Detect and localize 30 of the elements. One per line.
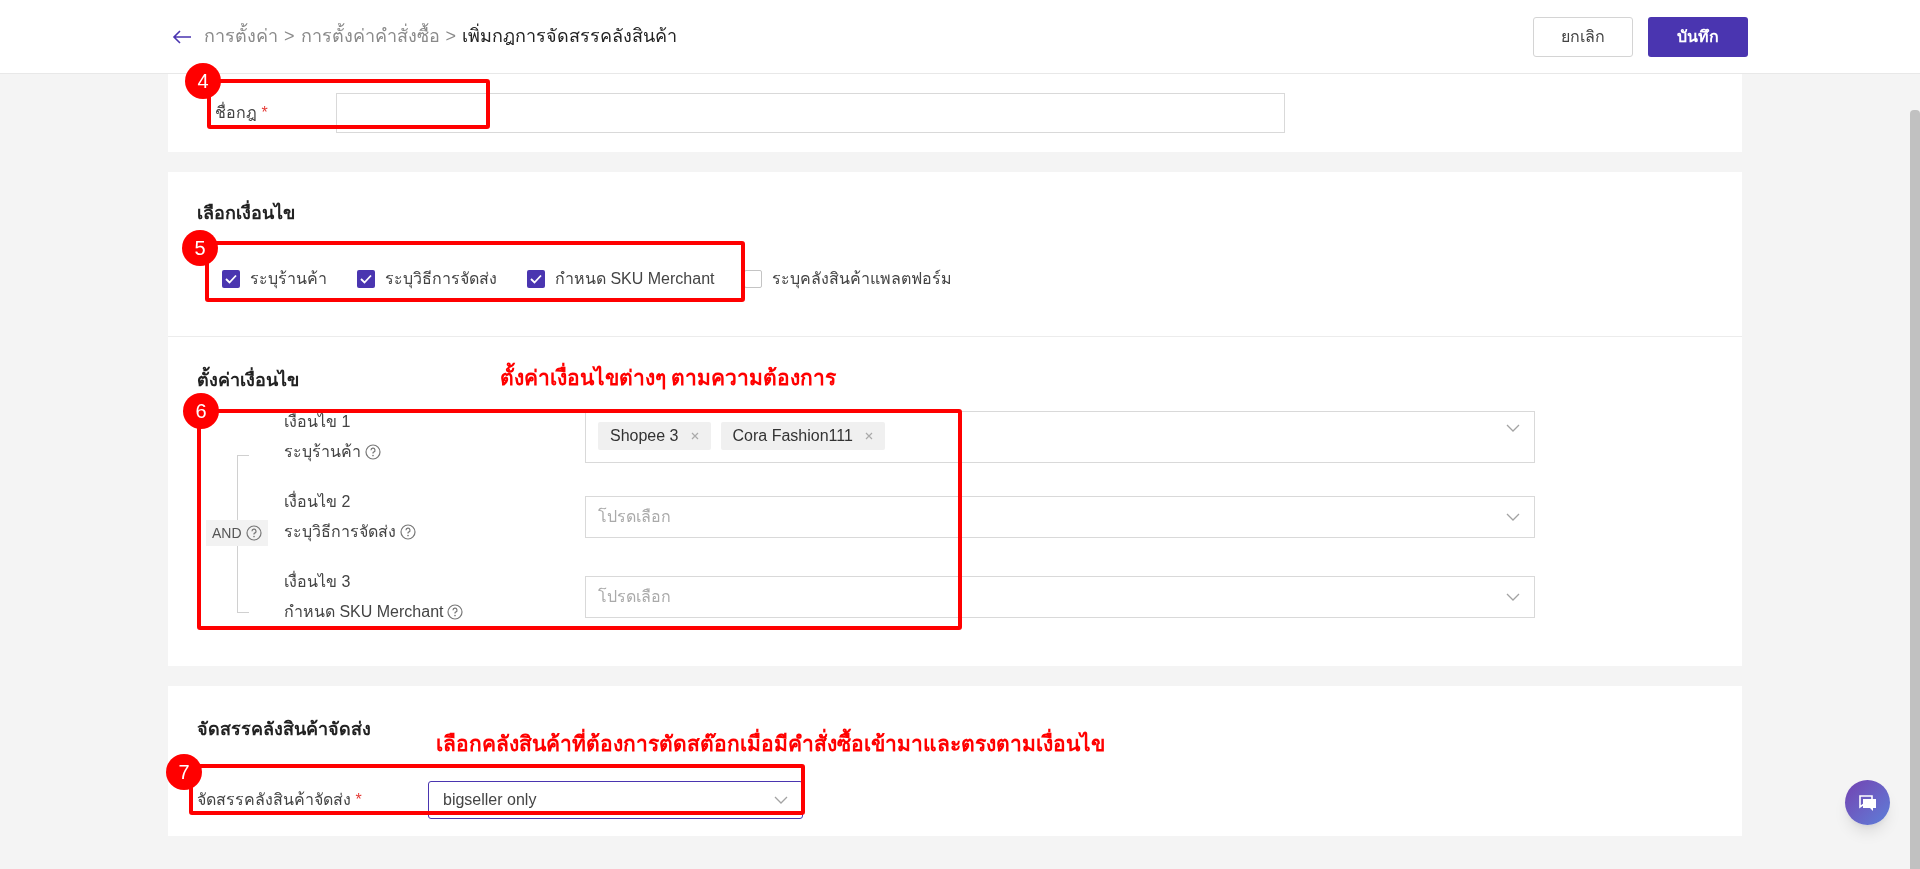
field-label: ชื่อกฎ * <box>215 101 269 123</box>
field-label: จัดสรรคลังสินค้าจัดส่ง * <box>197 790 363 810</box>
breadcrumb-item: เพิ่มกฎการจัดสรรคลังสินค้า <box>462 23 678 50</box>
select-placeholder: โปรดเลือก <box>598 586 671 607</box>
condition-number: เงื่อนไข 1 <box>284 412 352 432</box>
breadcrumb-separator: > <box>284 25 295 48</box>
annotation-note: เลือกคลังสินค้าที่ต้องการตัดสต๊อกเมื่อมีคำสั่งซื้อเข้ามาและตรงตามเงื่อนไข <box>436 729 1105 761</box>
breadcrumb-separator: > <box>445 25 457 48</box>
save-button[interactable]: บันทึก <box>1648 16 1748 57</box>
section-title: ตั้งค่าเงื่อนไข <box>197 367 299 394</box>
checkbox-label[interactable]: ระบุร้านค้า <box>250 267 327 291</box>
warehouse-select[interactable]: bigseller only <box>428 781 803 819</box>
condition-number: เงื่อนไข 2 <box>284 490 352 512</box>
condition-label: ระบุวิธีการจัดส่ง <box>284 522 396 544</box>
annotation-note: ตั้งค่าเงื่อนไขต่างๆ ตามความต้องการ <box>500 363 837 395</box>
and-operator-badge: AND <box>206 520 268 546</box>
section-title: จัดสรรคลังสินค้าจัดส่ง <box>197 718 371 741</box>
breadcrumb-item[interactable]: การตั้งค่า <box>204 23 278 50</box>
section-title: เลือกเงื่อนไข <box>197 200 1742 227</box>
condition-label: กำหนด SKU Merchant <box>284 602 444 622</box>
checkbox-label[interactable]: กำหนด SKU Merchant <box>555 267 715 291</box>
checkbox-label[interactable]: ระบุวิธีการจัดส่ง <box>385 267 497 291</box>
checkbox-label[interactable]: ระบุคลังสินค้าแพลตฟอร์ม <box>772 267 953 291</box>
selected-tag: Cora Fashion111 <box>720 422 885 450</box>
breadcrumb-item[interactable]: การตั้งค่าคำสั่งซื้อ <box>300 23 440 50</box>
cancel-button[interactable]: ยกเลิก <box>1533 16 1633 57</box>
condition-number: เงื่อนไข 3 <box>284 570 352 592</box>
selected-tag: Shopee 3 <box>598 422 711 450</box>
select-placeholder: โปรดเลือก <box>598 506 671 527</box>
condition-label: ระบุร้านค้า <box>284 442 361 464</box>
